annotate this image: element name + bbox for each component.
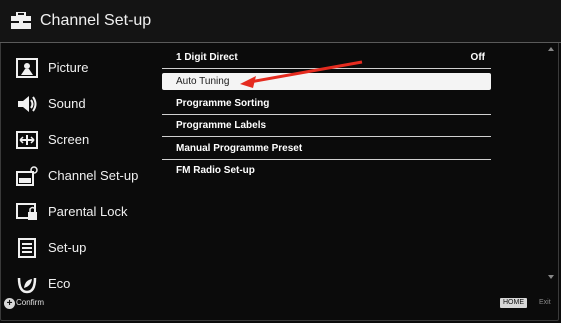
row-label: Programme Labels <box>176 120 267 131</box>
channel-setup-icon <box>16 166 38 186</box>
sidebar-item-label: Sound <box>48 96 86 111</box>
row-programme-sorting[interactable]: Programme Sorting <box>162 94 491 115</box>
row-fm-radio-setup[interactable]: FM Radio Set-up <box>162 161 491 181</box>
screen-icon <box>16 131 38 149</box>
confirm-label: Confirm <box>16 298 45 307</box>
sidebar-item-picture[interactable]: Picture <box>0 49 150 85</box>
settings-list: 1 Digit Direct Off Auto Tuning Programme… <box>162 43 547 293</box>
sidebar-item-label: Set-up <box>48 240 87 255</box>
scroll-up-icon[interactable] <box>548 47 554 51</box>
row-label: Auto Tuning <box>176 76 230 87</box>
sidebar-item-channel-setup[interactable]: Channel Set-up <box>0 157 150 193</box>
row-label: Programme Sorting <box>176 98 270 109</box>
row-value: Off <box>470 52 485 63</box>
confirm-plus-icon: + <box>4 298 15 309</box>
page-title: Channel Set-up <box>40 12 152 29</box>
speaker-icon <box>18 96 37 112</box>
sidebar: Picture Sound Screen Channel Set-up Pare… <box>0 43 150 295</box>
eco-icon <box>17 277 37 294</box>
sidebar-item-label: Parental Lock <box>48 204 128 219</box>
parental-lock-icon <box>16 203 37 220</box>
row-auto-tuning[interactable]: Auto Tuning <box>162 73 491 90</box>
scroll-down-icon[interactable] <box>548 275 554 279</box>
home-button[interactable]: HOME <box>500 298 527 308</box>
sidebar-item-parental-lock[interactable]: Parental Lock <box>0 193 150 229</box>
sidebar-item-label: Channel Set-up <box>48 168 139 183</box>
sidebar-item-setup[interactable]: Set-up <box>0 229 150 265</box>
sidebar-item-label: Screen <box>48 132 90 147</box>
row-1-digit-direct[interactable]: 1 Digit Direct Off <box>162 48 491 69</box>
toolbox-icon <box>11 12 31 29</box>
sidebar-item-label: Eco <box>48 276 71 291</box>
setup-icon <box>18 238 36 258</box>
scrollbar[interactable] <box>545 43 557 291</box>
header-bar: Channel Set-up <box>0 0 561 43</box>
sidebar-item-screen[interactable]: Screen <box>0 121 150 157</box>
picture-icon <box>16 58 38 78</box>
row-label: Manual Programme Preset <box>176 143 303 154</box>
row-manual-programme-preset[interactable]: Manual Programme Preset <box>162 139 491 160</box>
sidebar-item-label: Picture <box>48 60 89 75</box>
exit-label: Exit <box>539 299 551 306</box>
sidebar-item-sound[interactable]: Sound <box>0 85 150 121</box>
row-label: 1 Digit Direct <box>176 52 238 63</box>
footer-bar: + Confirm HOME Exit <box>0 293 561 323</box>
row-label: FM Radio Set-up <box>176 165 255 176</box>
row-programme-labels[interactable]: Programme Labels <box>162 116 491 137</box>
